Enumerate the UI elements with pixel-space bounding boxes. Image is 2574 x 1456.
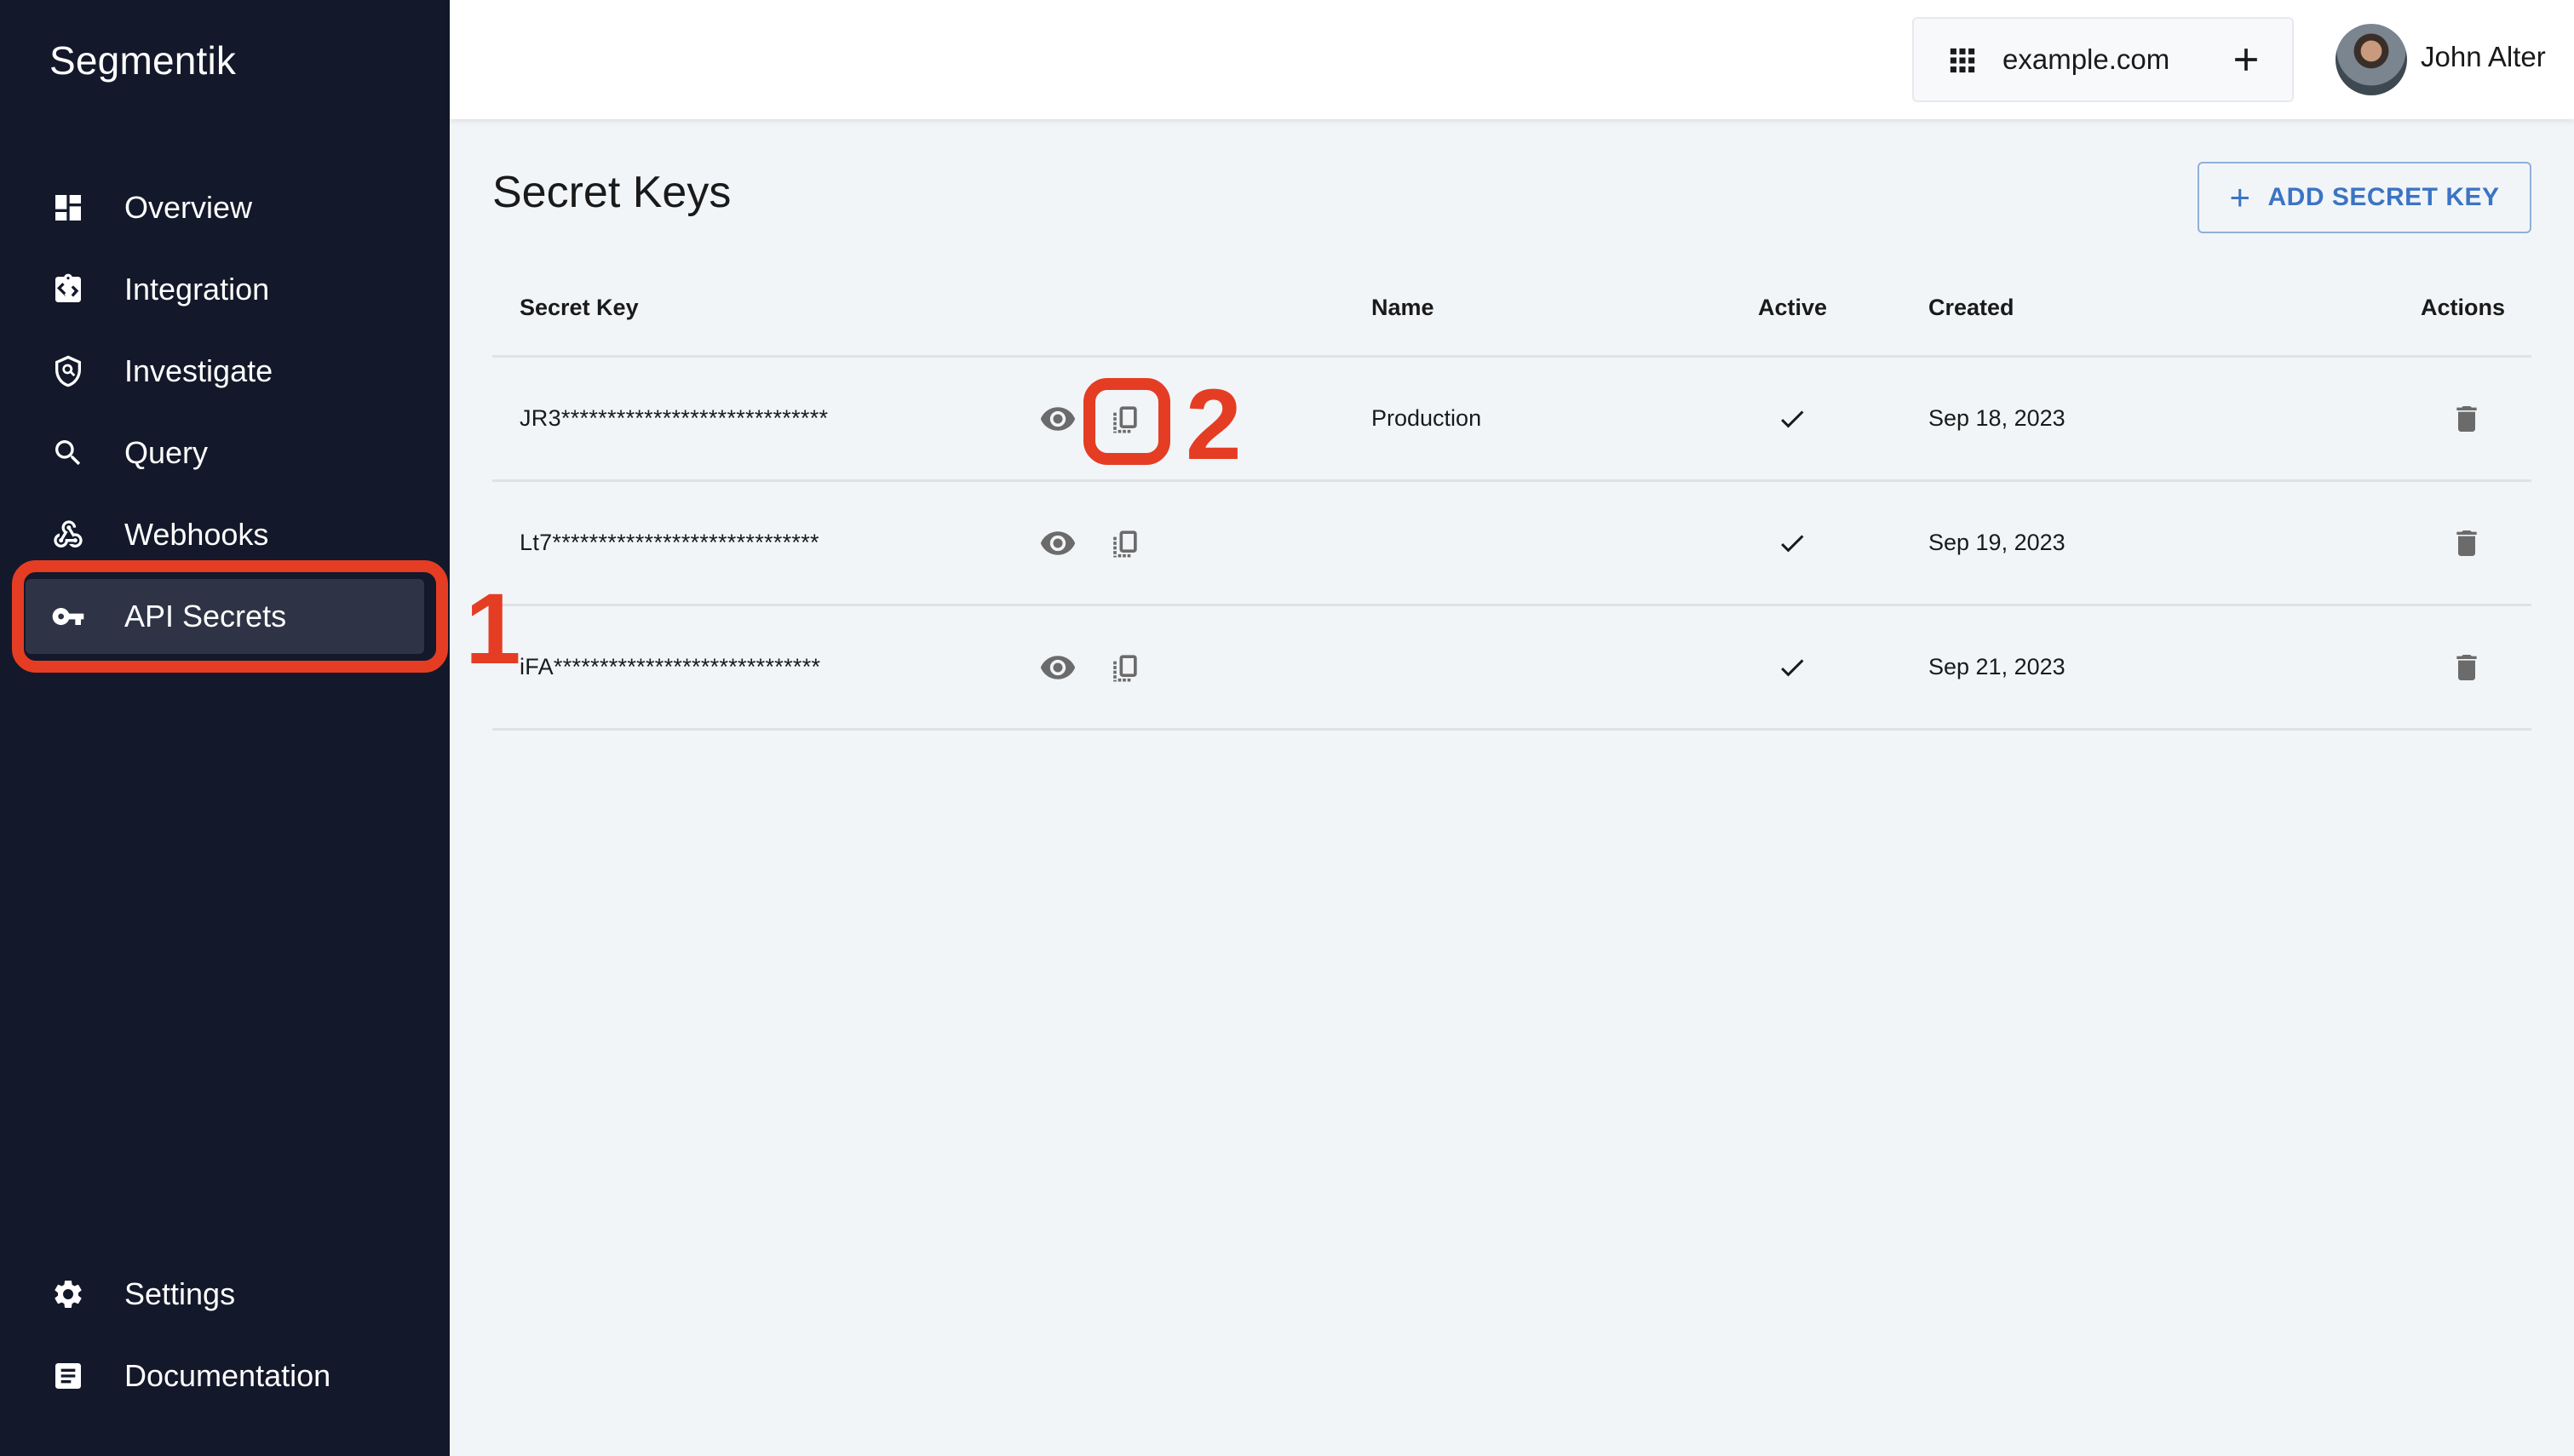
check-icon bbox=[1781, 659, 1804, 677]
webhook-icon bbox=[51, 518, 85, 552]
column-header-active[interactable]: Active bbox=[1758, 295, 1827, 321]
sidebar-item-settings[interactable]: Settings bbox=[26, 1257, 424, 1332]
user-avatar[interactable] bbox=[2336, 24, 2407, 95]
user-name[interactable]: John Alter bbox=[2421, 41, 2546, 73]
active-status bbox=[1772, 398, 1813, 439]
sidebar-item-label: Documentation bbox=[124, 1358, 331, 1393]
column-header-name[interactable]: Name bbox=[1371, 295, 1434, 321]
sidebar-item-label: Overview bbox=[124, 190, 253, 225]
sidebar-item-documentation[interactable]: Documentation bbox=[26, 1338, 424, 1413]
add-site-button[interactable] bbox=[2227, 41, 2265, 78]
created-date: Sep 19, 2023 bbox=[1928, 530, 2066, 555]
sidebar-item-label: API Secrets bbox=[124, 599, 287, 633]
gear-icon bbox=[51, 1277, 85, 1311]
sidebar-item-label: Query bbox=[124, 435, 209, 470]
dashboard-icon bbox=[51, 191, 85, 225]
eye-icon bbox=[1040, 407, 1076, 431]
annotation-step-1: 1 bbox=[465, 573, 521, 685]
created-date: Sep 18, 2023 bbox=[1928, 405, 2066, 431]
column-header-actions: Actions bbox=[2421, 295, 2506, 320]
column-header-created[interactable]: Created bbox=[1928, 295, 2014, 321]
secret-key-value: Lt7***************************** bbox=[520, 530, 819, 555]
document-icon bbox=[51, 1359, 85, 1393]
check-icon bbox=[1781, 535, 1804, 553]
page-title: Secret Keys bbox=[492, 168, 732, 217]
active-status bbox=[1772, 523, 1813, 564]
sidebar-item-investigate[interactable]: Investigate bbox=[26, 334, 424, 409]
table-row: Lt7***************************** Sep 19,… bbox=[492, 482, 2531, 606]
eye-icon bbox=[1040, 531, 1076, 555]
apps-grid-icon[interactable] bbox=[1948, 46, 1977, 75]
top-header: example.com John Alter bbox=[450, 0, 2574, 119]
sidebar-item-label: Webhooks bbox=[124, 517, 269, 552]
add-secret-key-button[interactable]: + ADD SECRET KEY bbox=[2198, 162, 2531, 233]
investigate-icon bbox=[51, 354, 85, 388]
check-icon bbox=[1781, 410, 1804, 428]
reveal-key-button[interactable] bbox=[1037, 647, 1078, 688]
key-icon bbox=[51, 599, 85, 633]
copy-key-button[interactable] bbox=[1104, 523, 1145, 564]
delete-key-button[interactable] bbox=[2446, 647, 2487, 688]
sidebar-item-webhooks[interactable]: Webhooks bbox=[26, 497, 424, 572]
delete-key-button[interactable] bbox=[2446, 398, 2487, 439]
plus-icon: + bbox=[2229, 177, 2251, 217]
table-row: iFA***************************** Sep 21,… bbox=[492, 606, 2531, 731]
active-status bbox=[1772, 647, 1813, 688]
sidebar-item-api-secrets[interactable]: API Secrets bbox=[26, 579, 424, 654]
sidebar-item-label: Integration bbox=[124, 272, 270, 307]
secret-key-value: JR3***************************** bbox=[520, 405, 829, 431]
secret-key-value: iFA***************************** bbox=[520, 654, 821, 679]
reveal-key-button[interactable] bbox=[1037, 398, 1078, 439]
trash-icon bbox=[2456, 530, 2477, 556]
sidebar: Segmentik Overview Integration Investiga… bbox=[0, 0, 450, 1456]
brand-logo[interactable]: Segmentik bbox=[49, 37, 236, 83]
eye-icon bbox=[1040, 656, 1076, 679]
created-date: Sep 21, 2023 bbox=[1928, 654, 2066, 679]
current-site: example.com bbox=[2002, 43, 2170, 75]
sidebar-item-label: Investigate bbox=[124, 353, 273, 388]
delete-key-button[interactable] bbox=[2446, 523, 2487, 564]
search-icon bbox=[51, 436, 85, 470]
annotation-step-2: 2 bbox=[1186, 369, 1242, 481]
copy-key-button[interactable] bbox=[1104, 647, 1145, 688]
table-row: JR3***************************** Product… bbox=[492, 358, 2531, 482]
integration-icon bbox=[51, 272, 85, 307]
copy-icon bbox=[1113, 406, 1137, 433]
sidebar-item-query[interactable]: Query bbox=[26, 416, 424, 490]
copy-icon bbox=[1113, 655, 1137, 682]
copy-icon bbox=[1113, 530, 1137, 558]
trash-icon bbox=[2456, 406, 2477, 432]
table-header: Secret Key Name Active Created Actions bbox=[492, 255, 2531, 358]
sidebar-item-overview[interactable]: Overview bbox=[26, 170, 424, 245]
sidebar-item-label: Settings bbox=[124, 1276, 236, 1311]
add-secret-key-label: ADD SECRET KEY bbox=[2267, 183, 2500, 211]
copy-key-button[interactable] bbox=[1104, 398, 1145, 439]
sidebar-item-integration[interactable]: Integration bbox=[26, 252, 424, 327]
reveal-key-button[interactable] bbox=[1037, 523, 1078, 564]
column-header-secret-key[interactable]: Secret Key bbox=[520, 295, 639, 321]
secret-keys-table: Secret Key Name Active Created Actions J… bbox=[492, 255, 2531, 731]
site-switcher[interactable]: example.com bbox=[1912, 17, 2294, 102]
key-name: Production bbox=[1371, 405, 1482, 431]
trash-icon bbox=[2456, 655, 2477, 680]
